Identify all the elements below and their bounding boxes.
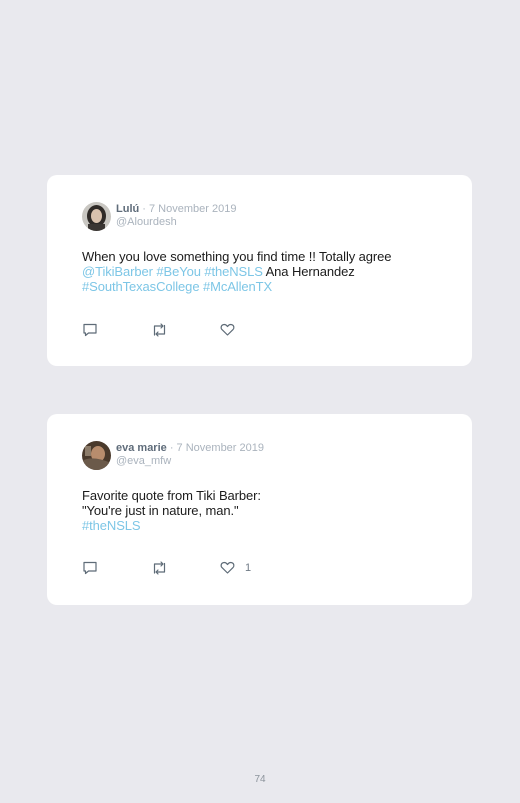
tweet-text-line: "You're just in nature, man." <box>82 503 261 518</box>
tweet-text: When you love something you find time !!… <box>82 249 392 294</box>
tweet-text-line: When you love something you find time !!… <box>82 249 392 264</box>
like-button[interactable]: 1 <box>220 561 251 574</box>
tweet-text: Favorite quote from Tiki Barber: "You're … <box>82 488 261 533</box>
tweet-text-segment: Favorite quote from Tiki Barber: <box>82 488 261 503</box>
tweet-date: · 7 November 2019 <box>142 203 237 215</box>
tweet-actions: 1 <box>82 560 251 575</box>
tweet-text-segment: Ana Hernandez <box>262 264 355 279</box>
tweet-card: eva marie · 7 November 2019 @eva_mfw Fav… <box>47 414 472 605</box>
reply-icon <box>83 561 97 575</box>
retweet-icon <box>153 560 166 575</box>
tweet-text-segment: "You're just in nature, man." <box>82 503 239 518</box>
like-button[interactable] <box>220 323 245 336</box>
tweet-text-segment: When you love something you find time !!… <box>82 249 392 264</box>
page-number: 74 <box>254 774 266 785</box>
reply-button[interactable] <box>82 560 98 575</box>
tweet-header: eva marie · 7 November 2019 @eva_mfw <box>82 441 264 470</box>
reply-button[interactable] <box>82 322 98 337</box>
author-handle[interactable]: @Alourdesh <box>116 216 236 229</box>
avatar[interactable] <box>82 202 111 231</box>
retweet-icon <box>153 322 166 337</box>
retweet-button[interactable] <box>151 560 168 575</box>
tweet-card: Lulú · 7 November 2019 @Alourdesh When y… <box>47 175 472 366</box>
like-count: 1 <box>245 561 252 574</box>
tweet-actions <box>82 322 245 337</box>
author-name[interactable]: eva marie <box>116 442 167 454</box>
tweet-date: · 7 November 2019 <box>169 442 264 454</box>
hashtag-link[interactable]: #theNSLS <box>82 518 141 533</box>
mention-link[interactable]: @TikiBarber #BeYou #theNSLS <box>82 264 263 279</box>
avatar[interactable] <box>82 441 111 470</box>
retweet-button[interactable] <box>151 322 168 337</box>
tweet-text-line: #SouthTexasCollege #McAllenTX <box>82 279 391 294</box>
author-name[interactable]: Lulú <box>116 203 139 215</box>
tweet-text-line: @TikiBarber #BeYou #theNSLS Ana Hernande… <box>82 264 391 279</box>
reply-icon <box>83 323 97 337</box>
tweet-text-line: Favorite quote from Tiki Barber: <box>82 488 261 503</box>
tweet-header: Lulú · 7 November 2019 @Alourdesh <box>82 202 236 231</box>
hashtag-link[interactable]: #SouthTexasCollege #McAllenTX <box>82 279 272 294</box>
author-handle[interactable]: @eva_mfw <box>116 455 264 468</box>
heart-icon <box>220 561 235 574</box>
heart-icon <box>220 323 235 336</box>
tweet-text-line: #theNSLS <box>82 518 261 533</box>
